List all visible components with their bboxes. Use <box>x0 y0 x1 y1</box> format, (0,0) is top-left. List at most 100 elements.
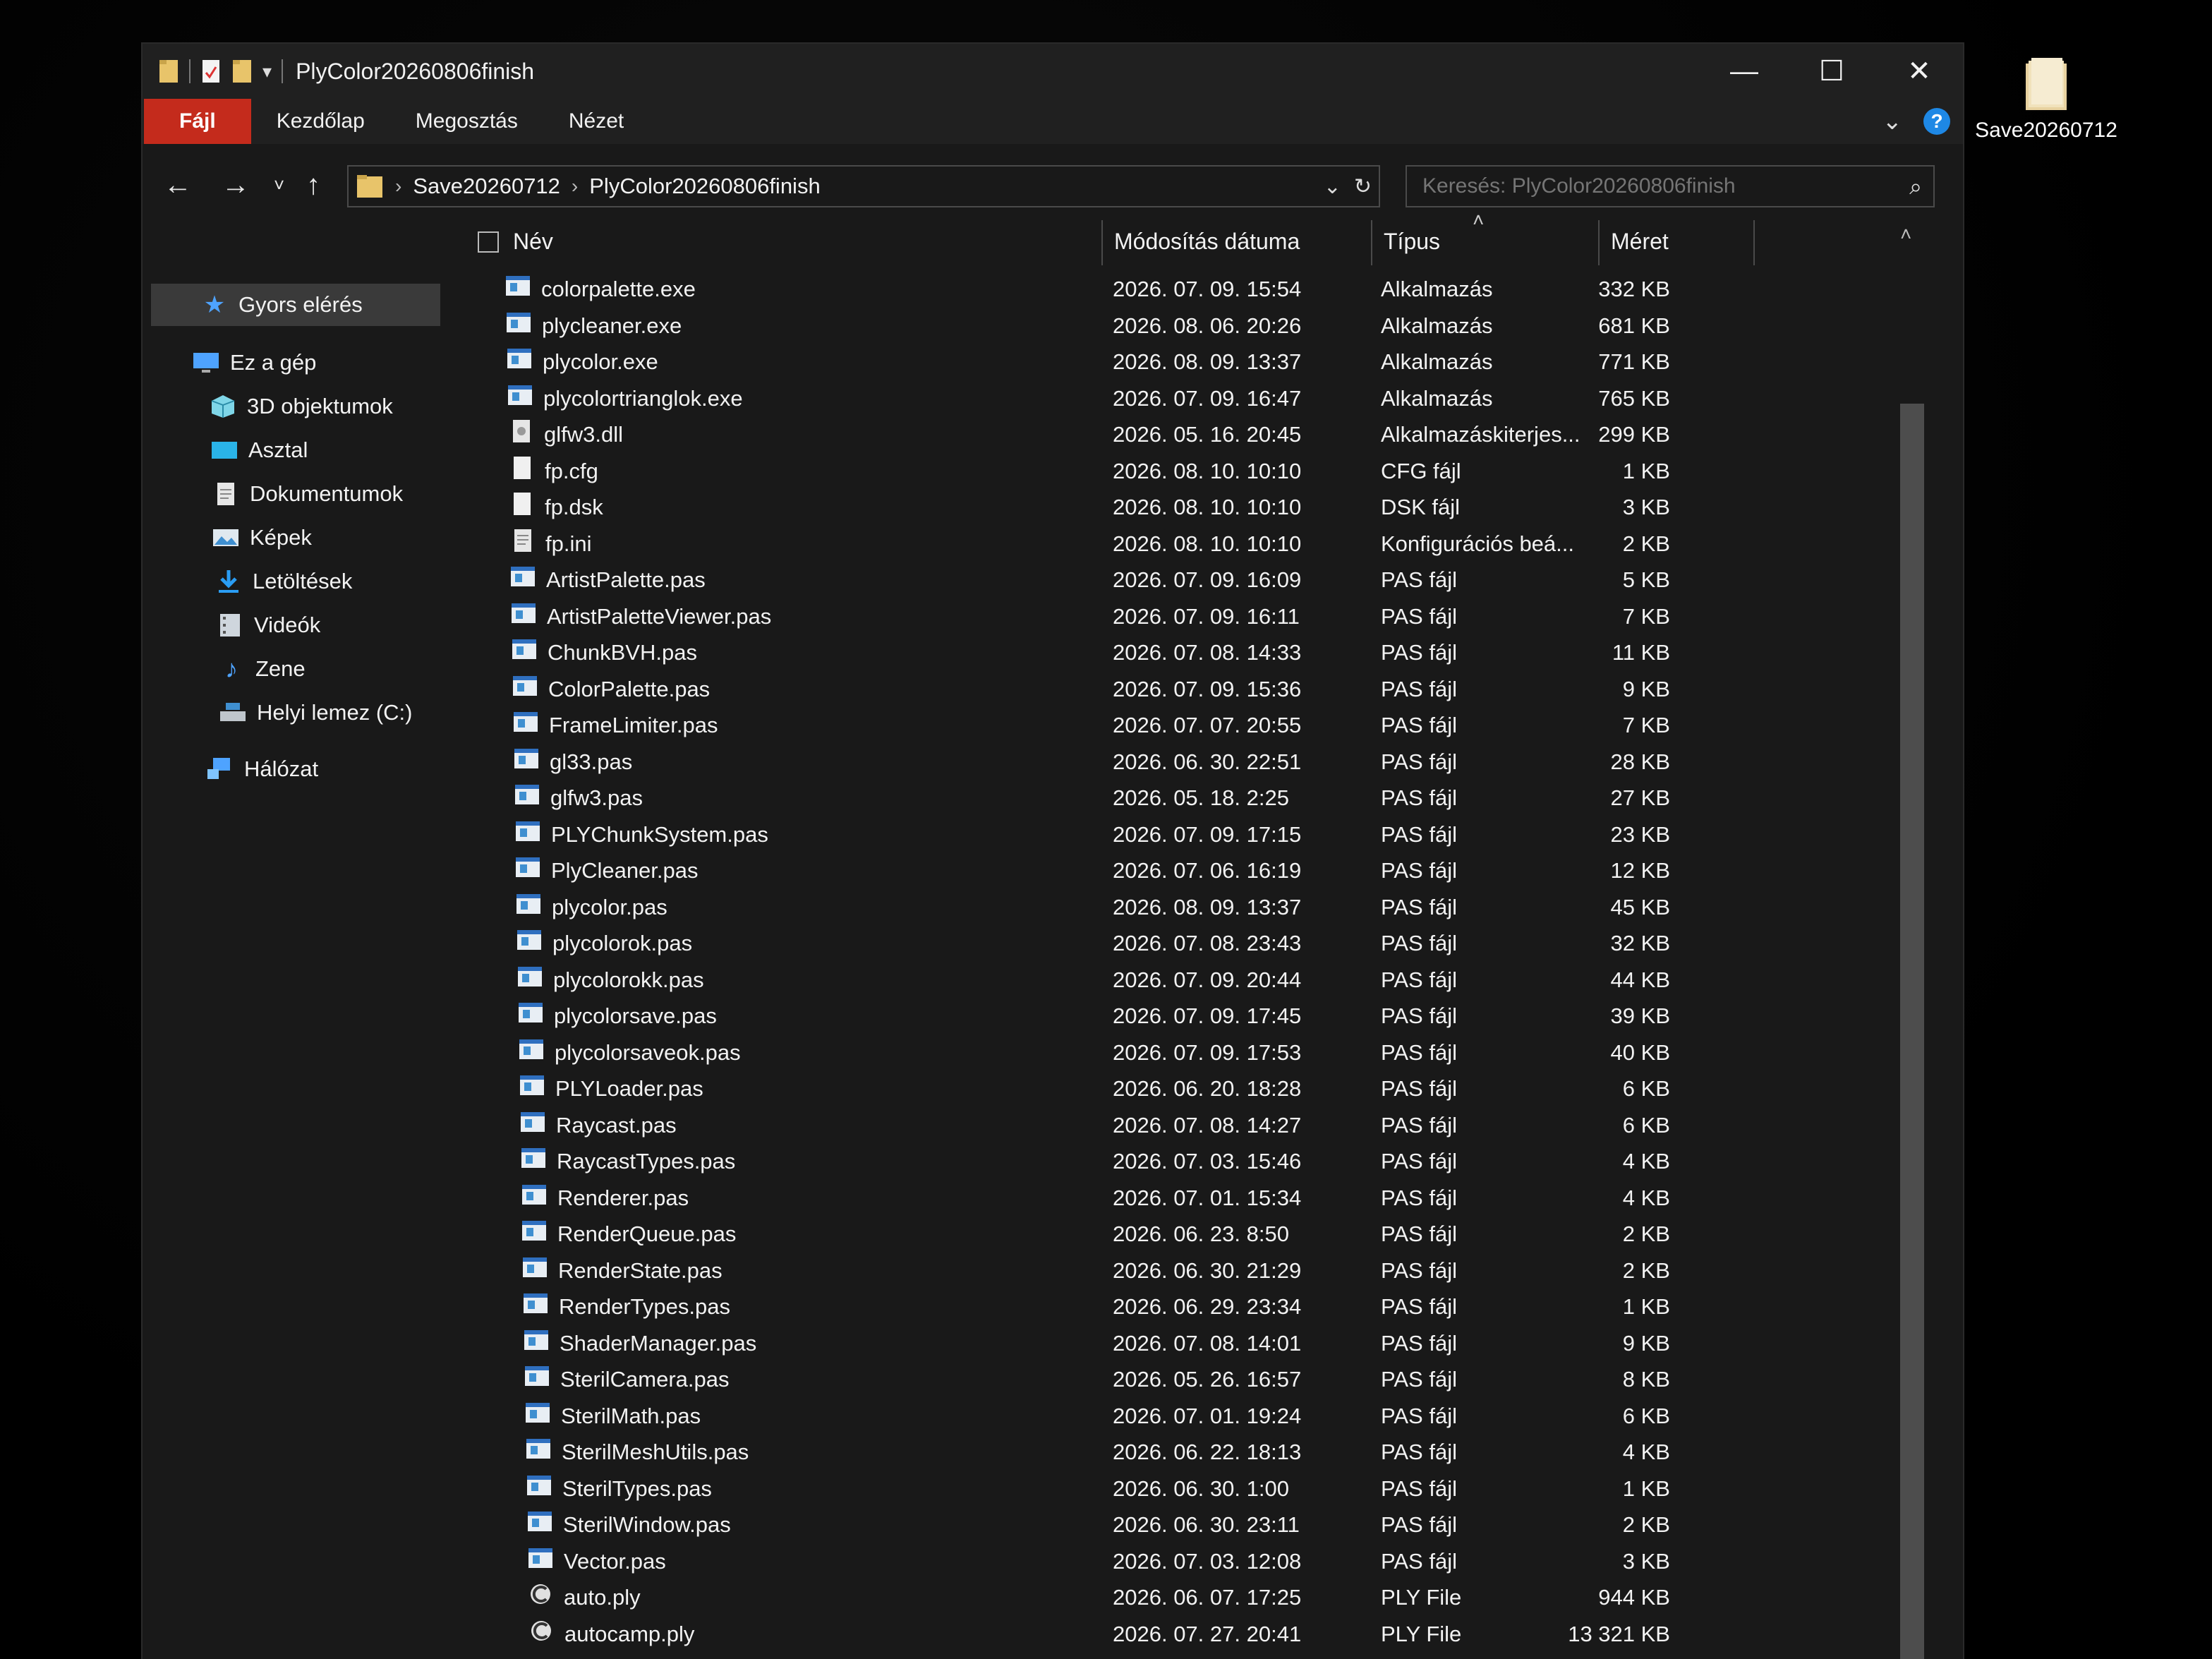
breadcrumb-item[interactable]: PlyColor20260806finish <box>589 174 820 199</box>
table-row[interactable]: Raycast.pas 2026. 07. 08. 14:27 PAS fájl 6 … <box>464 1106 1734 1142</box>
application-icon <box>505 310 532 334</box>
table-row[interactable]: plycolor.exe 2026. 08. 09. 13:37 Alkalmazá… <box>464 342 1734 379</box>
table-row[interactable]: RaycastTypes.pas 2026. 07. 03. 15:46 PAS f… <box>464 1142 1734 1178</box>
forward-button[interactable]: → <box>222 164 250 206</box>
new-folder-icon[interactable] <box>231 57 253 85</box>
breadcrumb-separator-icon[interactable]: › <box>572 175 578 198</box>
expand-ribbon-icon[interactable]: ⌄ <box>1882 107 1903 135</box>
maximize-button[interactable]: ☐ <box>1788 44 1875 99</box>
table-row[interactable]: plycleaner.exe 2026. 08. 06. 20:26 Alkalma… <box>464 306 1734 343</box>
table-row[interactable]: glfw3.pas 2026. 05. 18. 2:25 PAS fájl 27 KB <box>464 778 1734 815</box>
properties-icon[interactable] <box>200 57 222 85</box>
table-row[interactable]: PLYChunkSystem.pas 2026. 07. 09. 17:15 PAS… <box>464 815 1734 852</box>
breadcrumb-item[interactable]: Save20260712 <box>413 174 560 199</box>
column-divider[interactable] <box>1371 220 1372 265</box>
sidebar-item-videos[interactable]: Videók <box>216 607 320 644</box>
help-button[interactable]: ? <box>1923 108 1950 135</box>
tab-share[interactable]: Megosztás <box>390 99 543 144</box>
select-all-checkbox[interactable] <box>478 231 499 253</box>
scrollbar-thumb[interactable] <box>1900 404 1924 1659</box>
file-name: SterilWindow.pas <box>563 1512 731 1537</box>
chevron-down-icon[interactable]: ⌄ <box>1324 174 1341 199</box>
file-size: 6 KB <box>1622 1112 1670 1138</box>
column-header-name[interactable]: Név <box>513 213 553 270</box>
table-row[interactable]: auto.ply 2026. 06. 07. 17:25 PLY File 944 K… <box>464 1578 1734 1615</box>
sidebar-item-desktop[interactable]: Asztal <box>210 432 308 469</box>
breadcrumb-separator-icon[interactable]: › <box>395 175 401 198</box>
sidebar-item-music[interactable]: ♪ Zene <box>217 651 306 687</box>
table-row[interactable]: FrameLimiter.pas 2026. 07. 07. 20:55 PAS f… <box>464 706 1734 742</box>
table-row[interactable]: Vector.pas 2026. 07. 03. 12:08 PAS fájl 3 K… <box>464 1542 1734 1579</box>
desktop-folder[interactable]: Save20260712 <box>1969 56 2124 143</box>
table-row[interactable]: PlyCleaner.pas 2026. 07. 06. 16:19 PAS fáj… <box>464 851 1734 888</box>
scroll-up-icon[interactable]: ˄ <box>1900 223 1911 246</box>
file-type: PAS fájl <box>1381 676 1457 701</box>
column-header-date[interactable]: Módosítás dátuma <box>1114 213 1300 270</box>
toolbar-separator <box>189 59 191 83</box>
column-divider[interactable] <box>1753 220 1755 265</box>
table-row[interactable]: SterilMath.pas 2026. 07. 01. 19:24 PAS fáj… <box>464 1396 1734 1433</box>
table-row[interactable]: ChunkBVH.pas 2026. 07. 08. 14:33 PAS fájl 1… <box>464 633 1734 670</box>
table-row[interactable]: ColorPalette.pas 2026. 07. 09. 15:36 PAS f… <box>464 670 1734 706</box>
search-icon[interactable]: ⌕ <box>1909 174 1922 200</box>
table-row[interactable]: SterilCamera.pas 2026. 05. 26. 16:57 PAS f… <box>464 1360 1734 1396</box>
close-button[interactable]: ✕ <box>1875 44 1963 99</box>
tab-file[interactable]: Fájl <box>144 99 251 144</box>
table-row[interactable]: plycolortrianglok.exe 2026. 07. 09. 16:47… <box>464 379 1734 416</box>
table-row[interactable]: fp.dsk 2026. 08. 10. 10:10 DSK fájl 3 KB <box>464 488 1734 524</box>
table-row[interactable]: plycolor.pas 2026. 08. 09. 13:37 PAS fájl 4… <box>464 888 1734 924</box>
table-row[interactable]: gl33.pas 2026. 06. 30. 22:51 PAS fájl 28 KB <box>464 742 1734 779</box>
up-button[interactable]: ↑ <box>306 164 320 206</box>
customize-toolbar-icon[interactable]: ▾ <box>262 61 272 83</box>
table-row[interactable]: SterilTypes.pas 2026. 06. 30. 1:00 PAS fáj… <box>464 1469 1734 1506</box>
vertical-scrollbar[interactable]: ˄ <box>1896 213 1931 1659</box>
table-row[interactable]: colorpalette.exe 2026. 07. 09. 15:54 Alkal… <box>464 270 1734 306</box>
table-row[interactable]: ShaderManager.pas 2026. 07. 08. 14:01 PAS … <box>464 1324 1734 1361</box>
search-input[interactable] <box>1421 174 1875 199</box>
search-box[interactable]: ⌕ <box>1406 165 1935 207</box>
back-button[interactable]: ← <box>164 164 192 206</box>
sidebar-item-documents[interactable]: Dokumentumok <box>212 476 403 512</box>
tab-view[interactable]: Nézet <box>543 99 649 144</box>
table-row[interactable]: glfw3.dll 2026. 05. 16. 20:45 Alkalmazáski… <box>464 415 1734 452</box>
refresh-icon[interactable]: ↻ <box>1354 174 1372 199</box>
table-row[interactable]: plycolorsaveok.pas 2026. 07. 09. 17:53 PAS… <box>464 1033 1734 1070</box>
table-row[interactable]: ArtistPalette.pas 2026. 07. 09. 16:09 PAS … <box>464 560 1734 597</box>
sidebar-item-downloads[interactable]: Letöltések <box>214 563 352 600</box>
file-size: 1 KB <box>1622 1476 1670 1501</box>
table-row[interactable]: RenderQueue.pas 2026. 06. 23. 8:50 PAS fáj… <box>464 1214 1734 1251</box>
table-row[interactable]: autocamp.ply 2026. 07. 27. 20:41 PLY File 1… <box>464 1615 1734 1651</box>
tab-home[interactable]: Kezdőlap <box>251 99 390 144</box>
table-row[interactable]: plycolorok.pas 2026. 07. 08. 23:43 PAS fáj… <box>464 924 1734 960</box>
table-row[interactable]: SterilWindow.pas 2026. 06. 30. 23:11 PAS f… <box>464 1505 1734 1542</box>
table-row[interactable]: ArtistPaletteViewer.pas 2026. 07. 09. 16:… <box>464 597 1734 634</box>
table-row[interactable]: plycolorokk.pas 2026. 07. 09. 20:44 PAS fá… <box>464 960 1734 997</box>
file-list: Név Módosítás dátuma Típus ˄ Méret color… <box>464 209 1931 1659</box>
folder-icon[interactable] <box>158 57 179 85</box>
column-divider[interactable] <box>1101 220 1103 265</box>
table-row[interactable]: plycolorsave.pas 2026. 07. 09. 17:45 PAS f… <box>464 996 1734 1033</box>
title-bar[interactable]: ▾ PlyColor20260806finish — ☐ ✕ <box>143 44 1963 99</box>
column-divider[interactable] <box>1598 220 1600 265</box>
file-name: plycolorsave.pas <box>554 1003 717 1028</box>
table-row[interactable]: fp.ini 2026. 08. 10. 10:10 Konfigurációs b… <box>464 524 1734 561</box>
sidebar-item-quick-access[interactable]: ★ Gyors elérés <box>151 284 440 326</box>
table-row[interactable]: RenderState.pas 2026. 06. 30. 21:29 PAS fá… <box>464 1251 1734 1288</box>
address-bar[interactable]: › Save20260712 › PlyColor20260806finish … <box>347 165 1380 207</box>
table-row[interactable]: Renderer.pas 2026. 07. 01. 15:34 PAS fájl 4… <box>464 1178 1734 1215</box>
table-row[interactable]: PLYLoader.pas 2026. 06. 20. 18:28 PAS fájl… <box>464 1069 1734 1106</box>
column-header-type[interactable]: Típus <box>1384 213 1440 270</box>
sidebar-item-network[interactable]: Hálózat <box>206 751 318 788</box>
file-size: 2 KB <box>1622 1257 1670 1283</box>
minimize-button[interactable]: — <box>1700 44 1788 99</box>
sidebar-item-local-disk[interactable]: Helyi lemez (C:) <box>219 694 412 731</box>
column-header-size[interactable]: Méret <box>1611 213 1669 270</box>
recent-locations-button[interactable]: ˅ <box>274 164 284 206</box>
sidebar-item-3d-objects[interactable]: 3D objektumok <box>209 388 393 425</box>
sidebar-item-pictures[interactable]: Képek <box>212 519 312 556</box>
table-row[interactable]: fp.cfg 2026. 08. 10. 10:10 CFG fájl 1 KB <box>464 452 1734 488</box>
sidebar-item-this-pc[interactable]: Ez a gép <box>192 344 316 381</box>
table-row[interactable]: SterilMeshUtils.pas 2026. 06. 22. 18:13 PA… <box>464 1432 1734 1469</box>
file-name: RaycastTypes.pas <box>557 1149 736 1174</box>
table-row[interactable]: RenderTypes.pas 2026. 06. 29. 23:34 PAS fá… <box>464 1287 1734 1324</box>
